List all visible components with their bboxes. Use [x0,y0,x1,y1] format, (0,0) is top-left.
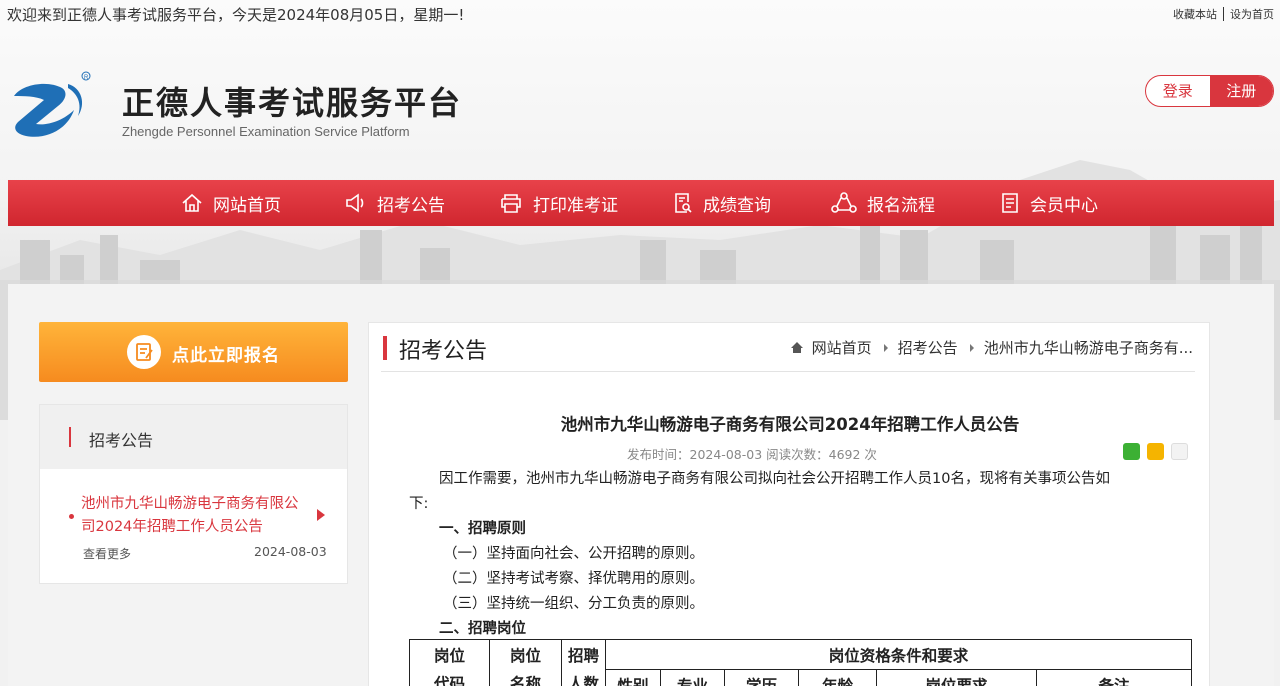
breadcrumb-home[interactable]: 网站首页 [812,337,872,358]
signup-banner[interactable]: 点此立即报名 [39,322,348,382]
auth-buttons: 登录 注册 [1145,75,1274,107]
article-paragraph: （二）坚持考试考察、择优聘用的原则。 [443,571,704,587]
sidebar-section-title: 招考公告 [89,431,154,450]
set-home-link[interactable]: 设为首页 [1230,6,1274,22]
breadcrumb-current: 池州市九华山畅游电子商务有... [983,339,1193,357]
logo-icon[interactable]: R [8,70,94,142]
nav-item-print-ticket[interactable]: 打印准考证 [499,180,618,226]
table-header-age: 年龄 [798,669,877,686]
site-title: 正德人事考试服务平台 [122,84,463,122]
signup-banner-text: 点此立即报名 [172,346,280,366]
home-icon [790,342,803,353]
nav-label: 成绩查询 [703,195,771,216]
nav-item-score-query[interactable]: 成绩查询 [673,180,771,226]
arrow-right-icon [317,509,325,521]
article-meta: 发布时间：2024-08-03 阅读次数：4692 次 [627,447,877,462]
nav-label: 打印准考证 [533,195,618,216]
member-icon [1002,193,1018,213]
nav-item-signup-process[interactable]: 报名流程 [831,180,935,226]
page-title: 招考公告 [399,339,488,364]
sidebar-item-link[interactable]: 池州市九华山畅游电子商务有限公司2024年招聘工作人员公告 [81,493,311,539]
nav-item-member-center[interactable]: 会员中心 [1000,180,1098,226]
nav-label: 招考公告 [377,195,445,216]
section-heading: 二、招聘岗位 [439,621,526,637]
table-header-requirements: 岗位要求 [876,669,1037,686]
bookmark-link[interactable]: 收藏本站 [1173,6,1217,22]
section-marker [69,427,71,447]
section-heading: 一、招聘原则 [439,521,526,537]
job-table: 岗位 代码 岗位 名称 招聘 人数 岗位资格条件和要求 性别 专业 学历 年龄 岗位要… [409,639,1192,686]
qq-icon[interactable] [1171,443,1188,460]
sidebar-header: 招考公告 [40,405,347,469]
table-header-count: 招聘 人数 [561,639,606,686]
link-divider [1223,7,1224,21]
home-icon [182,193,202,212]
table-header-remarks: 备注 [1036,669,1192,686]
table-header-name: 岗位 名称 [489,639,562,686]
article-panel: 招考公告 网站首页 招考公告 池州市九华山畅游电子商务有... 池州市九华山畅游… [368,322,1210,686]
view-more-link[interactable]: 查看更多 [83,545,131,562]
sidebar-item-date: 2024-08-03 [254,544,327,559]
process-icon [831,192,857,213]
wechat-icon[interactable] [1123,443,1140,460]
section-marker [383,336,387,360]
login-button[interactable]: 登录 [1146,76,1210,106]
search-document-icon [675,193,692,213]
breadcrumb: 网站首页 招考公告 池州市九华山畅游电子商务有... [790,337,1193,358]
table-header-group: 岗位资格条件和要求 [605,639,1192,670]
share-buttons [1123,443,1195,460]
site-header: R 正德人事考试服务平台 Zhengde Personnel Examinati… [0,60,1280,170]
nav-item-home[interactable]: 网站首页 [181,180,281,226]
svg-text:R: R [84,75,89,81]
top-links: 收藏本站 设为首页 [1173,6,1274,22]
table-header-major: 专业 [660,669,725,686]
megaphone-icon [346,193,364,213]
bullet-icon [69,514,74,519]
breadcrumb-separator-icon [969,343,974,352]
article-title: 池州市九华山畅游电子商务有限公司2024年招聘工作人员公告 [560,415,1020,434]
article-paragraph: （三）坚持统一组织、分工负责的原则。 [443,596,704,612]
main-nav: 网站首页 招考公告 打印准考证 成绩查询 报名流程 会员中心 [8,180,1274,226]
edit-icon [127,335,161,369]
register-button[interactable]: 注册 [1209,76,1273,106]
divider [381,371,1195,372]
site-subtitle: Zhengde Personnel Examination Service Pl… [122,124,410,139]
breadcrumb-separator-icon [883,343,888,352]
top-bar: 欢迎来到正德人事考试服务平台，今天是2024年08月05日，星期一! 收藏本站 … [0,0,1280,28]
table-header-education: 学历 [724,669,799,686]
printer-icon [501,194,521,213]
article-intro: 因工作需要，池州市九华山畅游电子商务有限公司拟向社会公开招聘工作人员10名，现将… [439,471,1110,487]
nav-label: 网站首页 [213,195,281,216]
nav-label: 报名流程 [867,195,935,216]
article-intro-cont: 下: [409,496,429,512]
welcome-text: 欢迎来到正德人事考试服务平台，今天是2024年08月05日，星期一! [7,6,465,24]
breadcrumb-announcements[interactable]: 招考公告 [898,337,958,358]
table-header-gender: 性别 [605,669,661,686]
sidebar-panel: 招考公告 池州市九华山畅游电子商务有限公司2024年招聘工作人员公告 查看更多 … [39,404,348,584]
qzone-icon[interactable] [1147,443,1164,460]
nav-item-announcements[interactable]: 招考公告 [345,180,445,226]
article-paragraph: （一）坚持面向社会、公开招聘的原则。 [443,546,704,562]
table-header-code: 岗位 代码 [409,639,490,686]
nav-label: 会员中心 [1030,195,1098,216]
